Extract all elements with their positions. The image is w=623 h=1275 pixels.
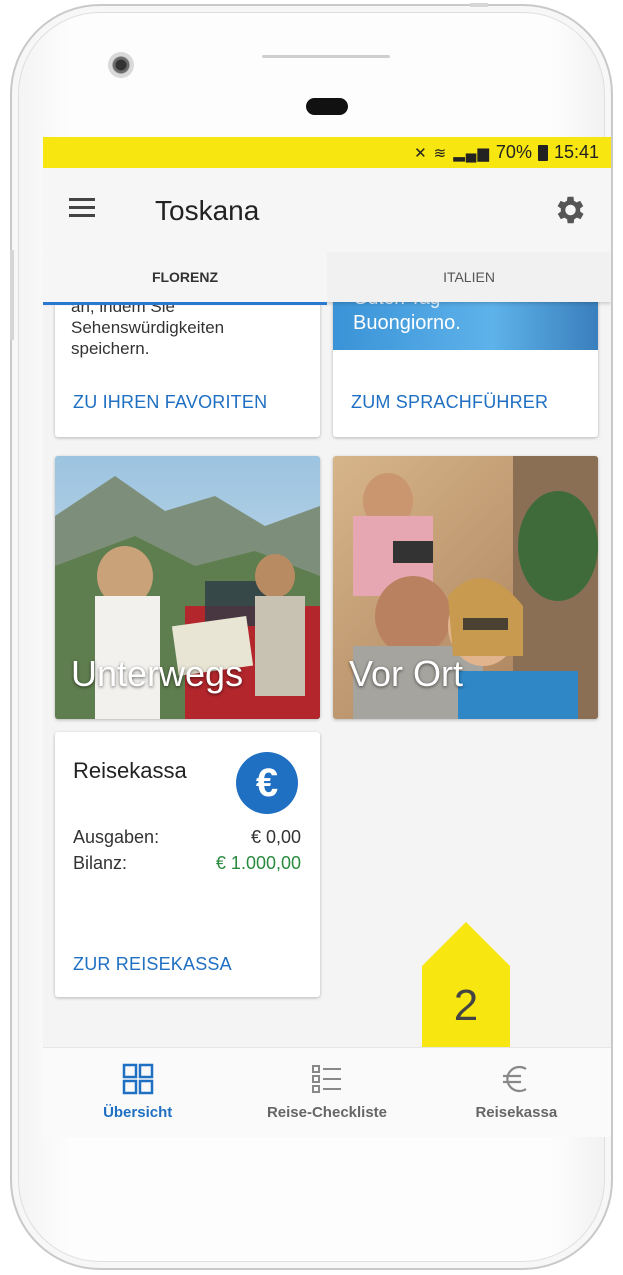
tab-italien[interactable]: ITALIEN [327, 252, 611, 302]
ausgaben-row: Ausgaben: € 0,00 [73, 827, 301, 848]
page-title: Toskana [155, 195, 260, 226]
tab-bar: FLORENZ ITALIEN [43, 252, 611, 305]
favorites-text: an, indem Sie Sehenswürdigkeiten speiche… [71, 302, 224, 359]
tab-florenz[interactable]: FLORENZ [43, 252, 327, 305]
euro-icon: € [236, 752, 298, 814]
clock: 15:41 [553, 142, 599, 162]
ausgaben-value: € 0,00 [250, 827, 301, 847]
reisekassa-link[interactable]: ZUR REISEKASSA [73, 954, 232, 975]
nav-uebersicht[interactable]: Übersicht [43, 1048, 232, 1137]
nav-reise-checkliste[interactable]: Reise-Checkliste [232, 1048, 421, 1137]
top-speaker [262, 55, 390, 58]
phrasebook-link[interactable]: ZUM SPRACHFÜHRER [351, 392, 548, 413]
favorites-link[interactable]: ZU IHREN FAVORITEN [73, 392, 267, 413]
tile-vor-ort[interactable]: Vor Ort [333, 456, 598, 719]
phrase-greeting-it: Buongiorno. [353, 312, 461, 334]
checklist-icon [311, 1065, 341, 1093]
mute-icon: ✕ [414, 144, 428, 162]
hamburger-menu-icon[interactable] [69, 198, 95, 218]
bilanz-value: € 1.000,00 [215, 853, 301, 873]
tile-vor-ort-label: Vor Ort [349, 653, 464, 694]
battery-icon [537, 144, 548, 161]
phrasebook-card: Guten Tag Buongiorno. ZUM SPRACHFÜHRER [333, 302, 598, 437]
status-bar: ✕ ≋ ▂▄▆ 70% 15:41 [43, 137, 611, 168]
volume-button [10, 250, 14, 340]
overview-content[interactable]: an, indem Sie Sehenswürdigkeiten speiche… [43, 302, 611, 1047]
nav-reisekassa[interactable]: Reisekassa [422, 1048, 611, 1137]
tile-unterwegs-label: Unterwegs [71, 653, 244, 694]
gear-icon[interactable] [551, 192, 587, 228]
callout-label: 2 [454, 981, 478, 1030]
nav-reise-checkliste-label: Reise-Checkliste [266, 1104, 388, 1121]
app-bar: Toskana [43, 168, 611, 252]
top-button [470, 3, 488, 7]
phrase-greeting-de: Guten Tag [353, 302, 440, 310]
bilanz-row: Bilanz: € 1.000,00 [73, 853, 301, 874]
euro-icon [503, 1065, 527, 1093]
nav-uebersicht-label: Übersicht [103, 1104, 173, 1121]
signal-icon: ▂▄▆ [453, 144, 490, 162]
bottom-navigation: Übersicht Reise-Checkliste Reisekassa [43, 1047, 611, 1137]
phrasebook-banner: Guten Tag Buongiorno. [333, 302, 598, 350]
battery-percent: 70% [495, 142, 532, 162]
grid-icon [122, 1063, 153, 1095]
bilanz-label: Bilanz: [73, 853, 128, 873]
favorites-card: an, indem Sie Sehenswürdigkeiten speiche… [55, 302, 320, 437]
screen: ✕ ≋ ▂▄▆ 70% 15:41 Toskana FLORENZ ITALIE… [43, 137, 611, 1137]
earpiece [306, 98, 348, 115]
reisekassa-title: Reisekassa [73, 758, 187, 783]
wifi-icon: ≋ [433, 144, 448, 162]
reisekassa-card[interactable]: Reisekassa € Ausgaben: € 0,00 Bilanz: € … [55, 732, 320, 997]
callout-marker: 2 [422, 922, 510, 1047]
favorites-text-line: Sehenswürdigkeiten [71, 318, 225, 337]
favorites-text-line: speichern. [71, 339, 150, 358]
tile-unterwegs[interactable]: Unterwegs [55, 456, 320, 719]
nav-reisekassa-label: Reisekassa [475, 1104, 558, 1121]
front-camera [108, 52, 134, 78]
ausgaben-label: Ausgaben: [73, 827, 160, 847]
